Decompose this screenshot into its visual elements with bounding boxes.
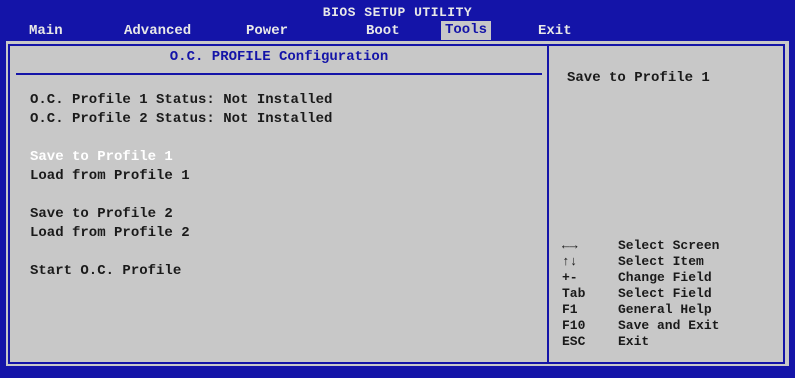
save-profile1-item[interactable]: Save to Profile 1 <box>30 149 173 165</box>
esc-key: ESC <box>562 334 586 349</box>
f1-key: F1 <box>562 302 578 317</box>
menu-advanced[interactable]: Advanced <box>124 23 191 39</box>
menu-tools[interactable]: Tools <box>441 21 492 40</box>
key-row: ESC Exit <box>562 334 772 350</box>
menu-exit[interactable]: Exit <box>538 23 572 39</box>
top-bar: BIOS SETUP UTILITY Main Advanced Power B… <box>0 0 795 41</box>
tab-key: Tab <box>562 286 586 301</box>
start-oc-profile-item[interactable]: Start O.C. Profile <box>30 263 181 279</box>
key-row: F10 Save and Exit <box>562 318 772 334</box>
save-profile2-item[interactable]: Save to Profile 2 <box>30 206 173 222</box>
utility-title: BIOS SETUP UTILITY <box>322 5 473 20</box>
bottom-bar <box>0 366 795 378</box>
profile1-status: O.C. Profile 1 Status: Not Installed <box>30 92 333 108</box>
profile2-status: O.C. Profile 2 Status: Not Installed <box>30 111 333 127</box>
key-row: +- Change Field <box>562 270 772 286</box>
key-desc: Exit <box>618 334 650 349</box>
key-row: Tab Select Field <box>562 286 772 302</box>
load-profile1-item[interactable]: Load from Profile 1 <box>30 168 190 184</box>
panel-divider <box>547 44 549 364</box>
arrows-lr-icon: ←→ <box>562 238 578 253</box>
key-desc: General Help <box>618 302 712 317</box>
header-underline <box>16 73 542 75</box>
arrows-ud-icon: ↑↓ <box>562 254 578 269</box>
key-desc: Select Item <box>618 254 704 269</box>
key-row: F1 General Help <box>562 302 772 318</box>
key-desc: Change Field <box>618 270 712 285</box>
help-title: Save to Profile 1 <box>567 70 710 86</box>
plus-minus-key: +- <box>562 270 578 285</box>
key-desc: Select Screen <box>618 238 720 253</box>
key-desc: Select Field <box>618 286 712 301</box>
section-header: O.C. PROFILE Configuration <box>169 49 389 65</box>
menu-main[interactable]: Main <box>29 23 63 39</box>
key-row: ←→ Select Screen <box>562 238 772 254</box>
key-legend: ←→ Select Screen ↑↓ Select Item +- Change F… <box>562 238 772 350</box>
load-profile2-item[interactable]: Load from Profile 2 <box>30 225 190 241</box>
menu-power[interactable]: Power <box>246 23 288 39</box>
key-desc: Save and Exit <box>618 318 720 333</box>
menu-bar: Main Advanced Power Boot Tools Exit <box>0 21 795 41</box>
key-row: ↑↓ Select Item <box>562 254 772 270</box>
menu-boot[interactable]: Boot <box>366 23 400 39</box>
f10-key: F10 <box>562 318 586 333</box>
